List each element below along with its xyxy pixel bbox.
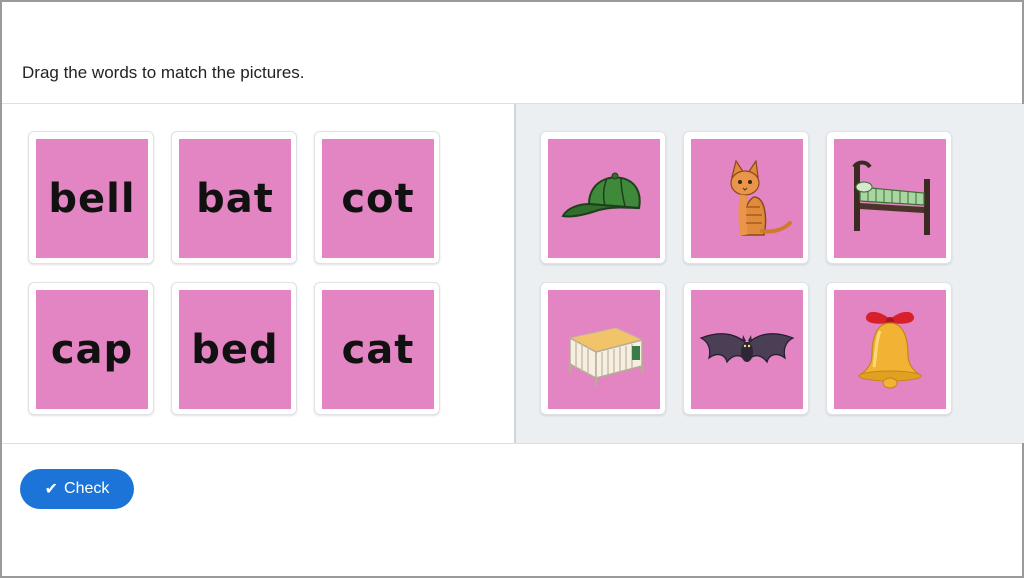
word-label: cot: [341, 175, 415, 222]
instruction-text: Drag the words to match the pictures.: [22, 63, 305, 82]
word-cards-panel: bell bat cot cap bed cat: [2, 104, 514, 443]
picture-card-cap[interactable]: [540, 131, 666, 264]
picture-card-bat[interactable]: [683, 282, 809, 415]
check-button-label: Check: [64, 480, 110, 497]
cat-icon: [730, 158, 792, 236]
bell-icon: [858, 311, 922, 388]
picture-card-cot[interactable]: [540, 282, 666, 415]
picture-card-bed[interactable]: [826, 131, 952, 264]
word-card-bed[interactable]: bed: [171, 282, 297, 415]
word-label: cap: [50, 326, 134, 373]
bed-icon: [852, 160, 930, 235]
cot-icon: [568, 326, 644, 386]
bat-icon: [699, 332, 795, 363]
word-label: bed: [191, 326, 279, 373]
word-card-cap[interactable]: cap: [28, 282, 154, 415]
word-card-bell[interactable]: bell: [28, 131, 154, 264]
check-button[interactable]: ✔ Check: [20, 469, 134, 509]
word-card-cat[interactable]: cat: [314, 282, 440, 415]
word-label: bat: [196, 175, 274, 222]
word-card-cot[interactable]: cot: [314, 131, 440, 264]
check-icon: ✔: [44, 481, 59, 498]
word-label: cat: [341, 326, 415, 373]
activity-frame: Drag the words to match the pictures. be…: [0, 0, 1024, 578]
word-label: bell: [48, 175, 136, 222]
picture-card-cat[interactable]: [683, 131, 809, 264]
matching-area: bell bat cot cap bed cat: [2, 103, 1024, 444]
word-card-bat[interactable]: bat: [171, 131, 297, 264]
picture-cards-panel: [514, 104, 1024, 443]
picture-card-bell[interactable]: [826, 282, 952, 415]
cap-icon: [561, 172, 641, 217]
